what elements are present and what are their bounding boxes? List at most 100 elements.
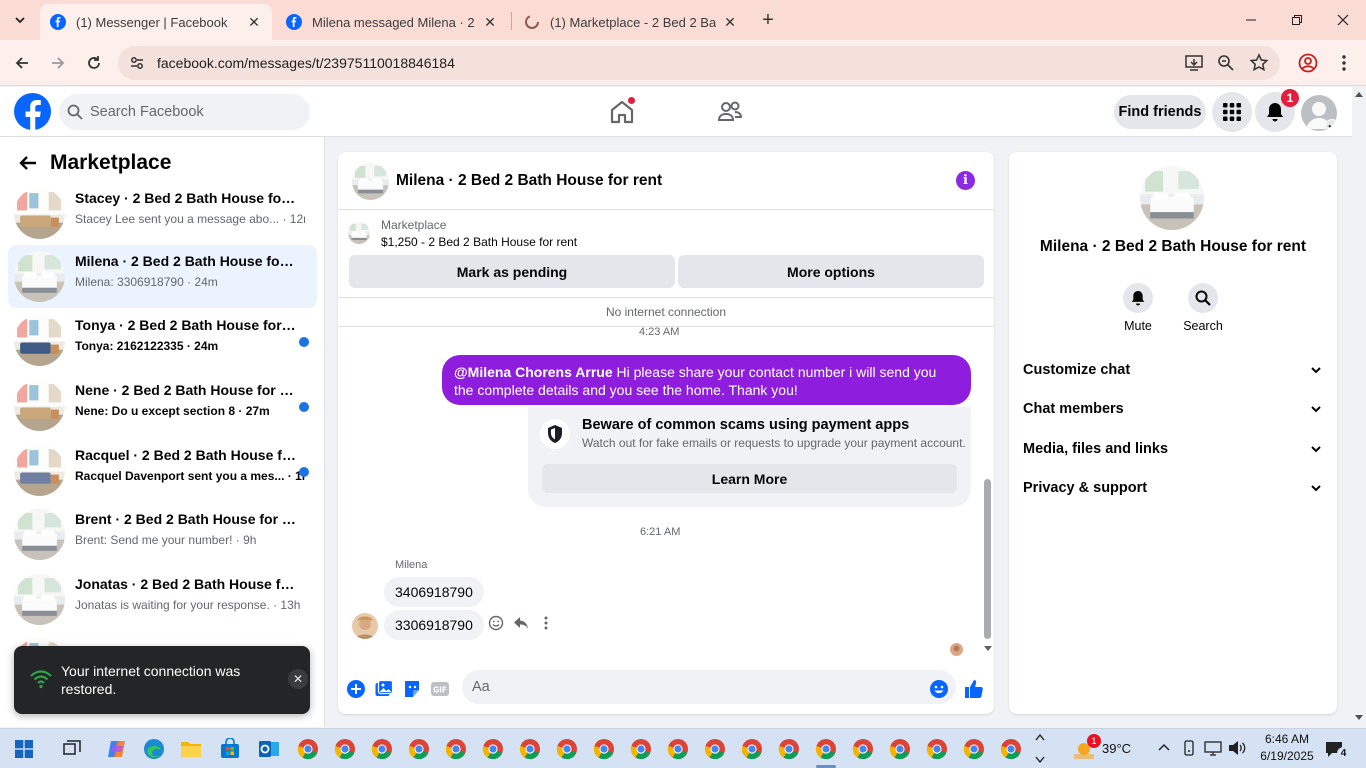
taskbar-chrome-window[interactable]	[368, 735, 396, 763]
friends-icon[interactable]	[716, 98, 744, 126]
taskbar-chrome-window[interactable]	[294, 735, 322, 763]
conversation-item[interactable]: Brent · 2 Bed 2 Bath House for rent Brent…	[8, 503, 317, 566]
conversation-item[interactable]: Tonya · 2 Bed 2 Bath House for r... Tonya…	[8, 309, 317, 372]
scroll-down-arrow-icon[interactable]	[1355, 715, 1363, 721]
conversation-item[interactable]: Milena · 2 Bed 2 Bath House for rent Mile…	[8, 245, 317, 308]
taskbar-scroll-up-icon[interactable]	[1035, 733, 1045, 741]
conversation-item[interactable]: Stacey · 2 Bed 2 Bath House for rent Stac…	[8, 182, 317, 245]
taskbar-scroll-down-icon[interactable]	[1035, 756, 1045, 764]
mark-as-pending-button[interactable]: Mark as pending	[349, 255, 675, 288]
tab-search-button[interactable]	[6, 8, 34, 32]
temperature[interactable]: 39°C	[1102, 741, 1131, 756]
taskbar-chrome-window[interactable]	[960, 735, 988, 763]
taskbar-chrome-window[interactable]	[553, 735, 581, 763]
scroll-up-arrow-icon[interactable]	[1355, 91, 1363, 97]
section-customize-chat[interactable]: Customize chat	[1023, 355, 1323, 385]
taskbar-chrome-window[interactable]	[701, 735, 729, 763]
photo-icon[interactable]	[374, 679, 394, 699]
section-privacy-support[interactable]: Privacy & support	[1023, 473, 1323, 503]
taskbar-chrome-window[interactable]	[405, 735, 433, 763]
tab-marketplace[interactable]: (1) Marketplace - 2 Bed 2 Bath H ✕	[514, 4, 748, 40]
reply-button[interactable]	[512, 614, 530, 632]
sender-avatar[interactable]	[352, 613, 378, 639]
restore-button[interactable]	[1274, 0, 1320, 40]
task-view-button[interactable]	[58, 735, 86, 763]
taskbar-chrome-window[interactable]	[590, 735, 618, 763]
taskbar-chrome-window[interactable]	[479, 735, 507, 763]
tab-milena-messaged[interactable]: Milena messaged Milena · 2 Be ✕	[276, 4, 508, 40]
zoom-icon[interactable]	[1216, 53, 1236, 73]
section-chat-members[interactable]: Chat members	[1023, 394, 1323, 424]
facebook-logo-icon[interactable]	[14, 93, 51, 130]
taskbar-chrome-window[interactable]	[997, 735, 1025, 763]
outgoing-message[interactable]: @Milena Chorens Arrue Hi please share yo…	[442, 355, 971, 405]
react-button[interactable]	[487, 614, 505, 632]
conversation-item[interactable]: Racquel · 2 Bed 2 Bath House for... Racqu…	[8, 439, 317, 502]
listing-banner[interactable]: Marketplace $1,250 - 2 Bed 2 Bath House …	[348, 218, 988, 254]
taskbar-chrome-window[interactable]	[331, 735, 359, 763]
tab-messenger[interactable]: (1) Messenger | Facebook ✕	[40, 4, 272, 40]
page-scrollbar[interactable]	[1352, 87, 1366, 727]
install-app-icon[interactable]	[1184, 53, 1204, 73]
taskbar-edge[interactable]	[140, 735, 168, 763]
chat-scroll-thumb[interactable]	[984, 479, 991, 639]
chat-title[interactable]: Milena · 2 Bed 2 Bath House for rent	[396, 172, 662, 190]
mention[interactable]: @Milena Chorens Arrue	[454, 364, 613, 380]
chat-scrollbar[interactable]	[982, 327, 994, 657]
minimize-button[interactable]	[1228, 0, 1274, 40]
taskbar-copilot[interactable]	[103, 735, 131, 763]
address-bar[interactable]: facebook.com/messages/t/2397511001884618…	[118, 46, 1280, 80]
taskbar-store[interactable]	[216, 735, 244, 763]
more-actions-button[interactable]	[537, 614, 555, 632]
conversation-item[interactable]: Jonatas · 2 Bed 2 Bath House for r... Jon…	[8, 568, 317, 631]
back-button[interactable]	[8, 49, 36, 77]
start-button[interactable]	[10, 735, 38, 763]
conversation-item[interactable]: Nene · 2 Bed 2 Bath House for re... Nene:…	[8, 374, 317, 437]
taskbar-chrome-window[interactable]	[738, 735, 766, 763]
conversation-info-icon[interactable]: i	[956, 171, 975, 190]
incoming-message[interactable]: 3306918790	[384, 610, 484, 640]
account-avatar[interactable]	[1301, 95, 1337, 131]
message-input[interactable]	[462, 670, 956, 704]
sticker-icon[interactable]	[402, 679, 422, 699]
network-icon[interactable]	[1204, 740, 1222, 756]
taskbar-chrome-window[interactable]	[886, 735, 914, 763]
new-tab-button[interactable]: +	[756, 8, 780, 32]
thumbs-up-icon[interactable]	[964, 679, 984, 699]
close-window-button[interactable]	[1320, 0, 1366, 40]
volume-icon[interactable]	[1228, 740, 1246, 756]
taskbar-file-explorer[interactable]	[177, 735, 205, 763]
taskbar-chrome-window[interactable]	[923, 735, 951, 763]
forward-button[interactable]	[44, 49, 72, 77]
taskbar-chrome-window[interactable]	[849, 735, 877, 763]
learn-more-button[interactable]: Learn More	[542, 464, 957, 493]
chat-avatar[interactable]	[352, 163, 389, 200]
facebook-search[interactable]: Search Facebook	[59, 94, 310, 130]
emoji-icon[interactable]	[929, 679, 949, 699]
device-icon[interactable]	[1182, 740, 1196, 756]
section-media-files-links[interactable]: Media, files and links	[1023, 434, 1323, 464]
taskbar-chrome-window[interactable]	[516, 735, 544, 763]
clock-date[interactable]: 6/19/2025	[1256, 749, 1318, 763]
scroll-down-arrow-icon[interactable]	[983, 646, 993, 652]
mute-action[interactable]: Mute	[1108, 283, 1168, 339]
conversation-avatar[interactable]	[1140, 166, 1204, 230]
profile-button[interactable]	[1294, 49, 1322, 77]
close-tab-icon[interactable]: ✕	[246, 14, 262, 30]
site-info-icon[interactable]	[128, 54, 146, 72]
search-action[interactable]: Search	[1173, 283, 1233, 339]
gif-icon[interactable]: GIF	[430, 679, 450, 699]
toast-close-button[interactable]: ✕	[288, 669, 308, 689]
taskbar-chrome-window[interactable]	[664, 735, 692, 763]
taskbar-chrome-window[interactable]	[775, 735, 803, 763]
bookmark-star-icon[interactable]	[1249, 53, 1269, 73]
taskbar-chrome-window[interactable]	[627, 735, 655, 763]
incoming-message[interactable]: 3406918790	[384, 577, 484, 607]
taskbar-chrome-window[interactable]	[812, 735, 840, 768]
more-options-button[interactable]: More options	[678, 255, 984, 288]
clock-time[interactable]: 6:46 AM	[1258, 732, 1316, 746]
chrome-menu-button[interactable]	[1330, 49, 1358, 77]
reload-button[interactable]	[80, 49, 108, 77]
arrow-left-icon[interactable]	[18, 153, 38, 173]
close-tab-icon[interactable]: ✕	[722, 14, 738, 30]
